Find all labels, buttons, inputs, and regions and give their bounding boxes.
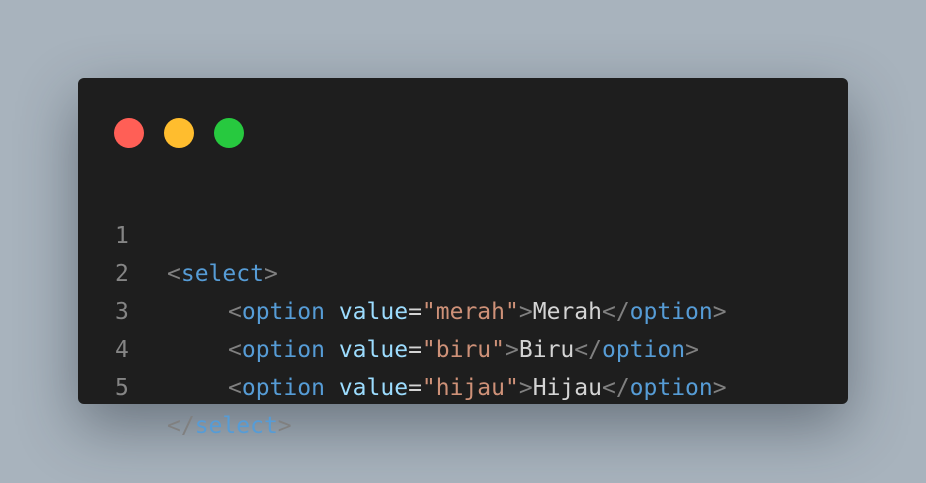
attribute-name: value: [338, 375, 409, 401]
code-line-4: 4 <option value="hijau">Hijau</option>: [78, 293, 848, 401]
code-window: 1 <select> 2 <option value="merah">Merah…: [78, 78, 848, 439]
closing-tag-open-bracket: </: [601, 375, 630, 401]
code-line-3: 3 <option value="biru">Biru</option>: [78, 255, 848, 363]
tag-close-bracket: >: [518, 375, 533, 401]
closing-tag-open-bracket: </: [167, 413, 195, 439]
equals-sign: =: [408, 375, 422, 401]
tag-open-bracket: <: [228, 375, 242, 401]
attribute-value: "hijau": [421, 375, 519, 401]
code-line-1: 1 <select>: [78, 179, 848, 287]
tag-name: option: [241, 375, 325, 401]
maximize-dot-icon[interactable]: [214, 118, 244, 148]
line-number: 5: [115, 375, 129, 401]
minimize-dot-icon[interactable]: [164, 118, 194, 148]
code-line-5: 5 </select>: [78, 331, 848, 439]
tag-name: select: [194, 413, 278, 439]
option-text: Hijau: [532, 375, 602, 401]
code-block: 1 <select> 2 <option value="merah">Merah…: [78, 179, 848, 439]
tag-close-bracket: >: [277, 413, 292, 439]
close-dot-icon[interactable]: [114, 118, 144, 148]
closing-tag-name: option: [629, 375, 713, 401]
closing-tag-close-bracket: >: [712, 375, 727, 401]
code-line-2: 2 <option value="merah">Merah</option>: [78, 217, 848, 325]
